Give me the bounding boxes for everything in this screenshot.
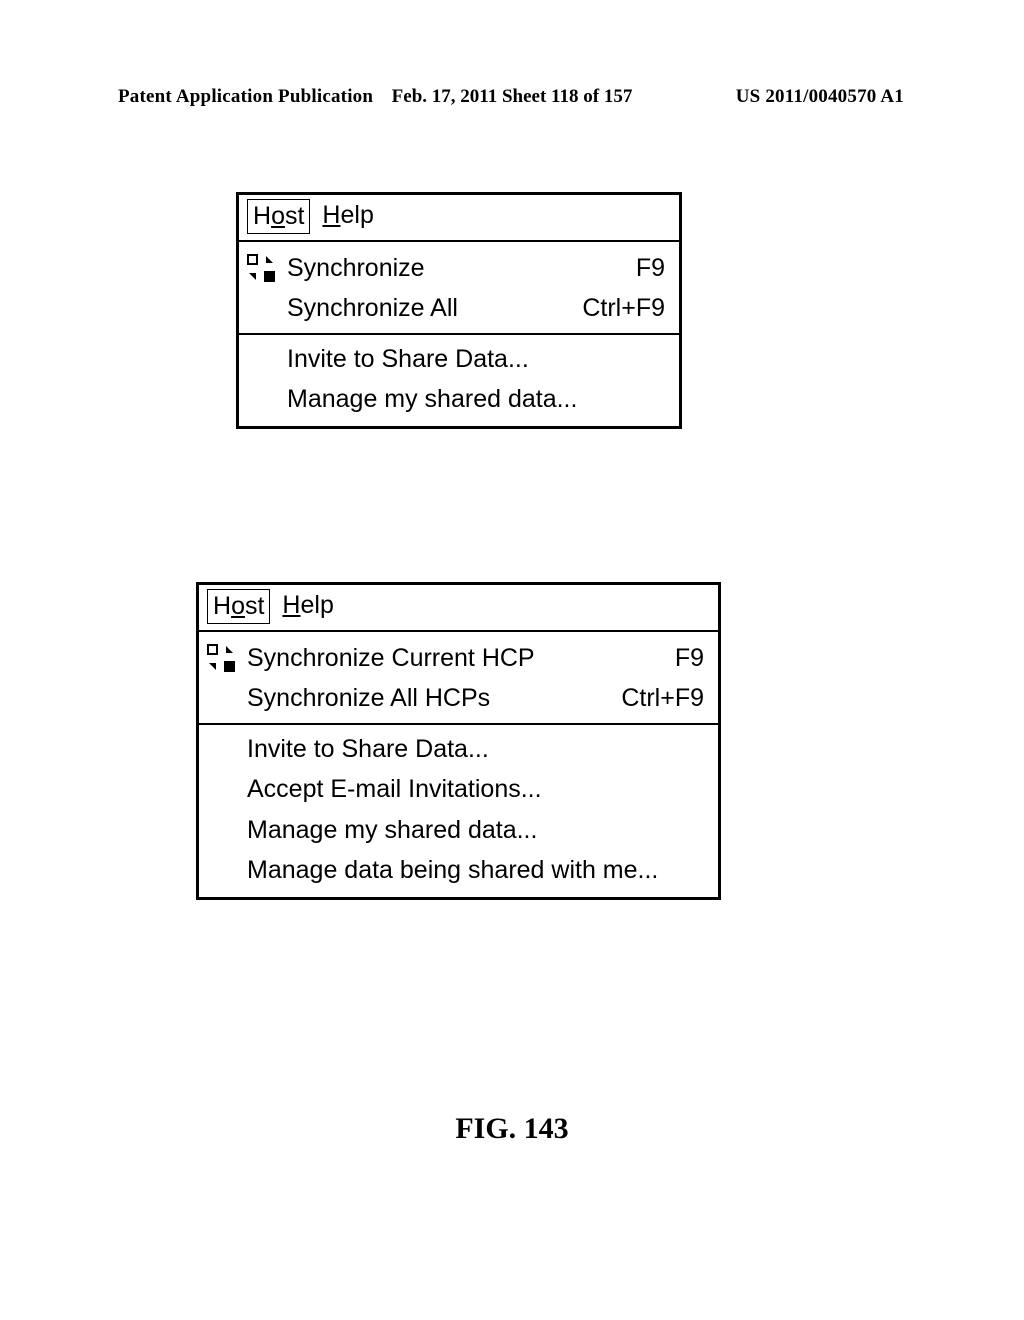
menu-shortcut: F9	[657, 642, 704, 675]
menu-item-manage-my-shared-data[interactable]: Manage my shared data...	[199, 810, 718, 851]
host-menu-dropdown-2: Host Help Synchronize Current HCP F9 Syn…	[196, 582, 721, 900]
menubar-item-help[interactable]: Help	[276, 589, 339, 624]
menu-label: Invite to Share Data...	[287, 343, 665, 376]
help-suffix: elp	[300, 591, 333, 619]
host-suffix: st	[245, 592, 264, 620]
help-accel: H	[322, 201, 340, 229]
menu-item-invite-share[interactable]: Invite to Share Data...	[199, 729, 718, 770]
menu-label: Synchronize All	[287, 292, 564, 325]
sync-icon	[207, 644, 235, 672]
help-suffix: elp	[340, 201, 373, 229]
sync-icon	[247, 254, 275, 282]
help-accel: H	[282, 591, 300, 619]
menu-item-accept-email-invitations[interactable]: Accept E-mail Invitations...	[199, 769, 718, 810]
menu-item-manage-shared[interactable]: Manage my shared data...	[239, 379, 679, 420]
host-accel: o	[271, 202, 285, 230]
menu-label: Synchronize All HCPs	[247, 682, 603, 715]
menu-label: Accept E-mail Invitations...	[247, 773, 704, 806]
menu-icon-cell	[247, 254, 287, 282]
menu-label: Manage data being shared with me...	[247, 854, 704, 887]
menu-item-invite-share[interactable]: Invite to Share Data...	[239, 339, 679, 380]
header-right: US 2011/0040570 A1	[736, 86, 904, 108]
menu-item-manage-data-shared-with-me[interactable]: Manage data being shared with me...	[199, 850, 718, 891]
menubar-item-host[interactable]: Host	[247, 199, 310, 234]
menu-label: Synchronize Current HCP	[247, 642, 657, 675]
menu-label: Manage my shared data...	[247, 814, 704, 847]
menubar-item-help[interactable]: Help	[316, 199, 379, 234]
host-menu-dropdown-1: Host Help Synchronize F9 Synchronize All…	[236, 192, 682, 429]
menu-item-synchronize-current-hcp[interactable]: Synchronize Current HCP F9	[199, 638, 718, 679]
menu-icon-cell	[207, 644, 247, 672]
menu-shortcut: F9	[618, 252, 665, 285]
host-prefix: H	[253, 202, 271, 230]
menu-shortcut: Ctrl+F9	[564, 292, 665, 325]
menu-separator	[199, 723, 718, 725]
host-accel: o	[231, 592, 245, 620]
menu-label: Invite to Share Data...	[247, 733, 704, 766]
menu-label: Manage my shared data...	[287, 383, 665, 416]
header-mid: Feb. 17, 2011 Sheet 118 of 157	[392, 86, 633, 108]
menu-item-synchronize[interactable]: Synchronize F9	[239, 248, 679, 289]
patent-page-header: Patent Application Publication Feb. 17, …	[0, 86, 1024, 108]
menu-separator	[239, 333, 679, 335]
menu-item-synchronize-all[interactable]: Synchronize All Ctrl+F9	[239, 288, 679, 329]
host-suffix: st	[285, 202, 304, 230]
menu-list-2: Synchronize Current HCP F9 Synchronize A…	[199, 632, 718, 897]
menu-shortcut: Ctrl+F9	[603, 682, 704, 715]
figure-caption: FIG. 143	[0, 1112, 1024, 1146]
menu-item-synchronize-all-hcps[interactable]: Synchronize All HCPs Ctrl+F9	[199, 678, 718, 719]
menubar-2: Host Help	[199, 585, 718, 632]
menu-list-1: Synchronize F9 Synchronize All Ctrl+F9 I…	[239, 242, 679, 426]
menu-label: Synchronize	[287, 252, 618, 285]
header-left: Patent Application Publication	[118, 86, 373, 108]
menubar-item-host[interactable]: Host	[207, 589, 270, 624]
menubar-1: Host Help	[239, 195, 679, 242]
host-prefix: H	[213, 592, 231, 620]
